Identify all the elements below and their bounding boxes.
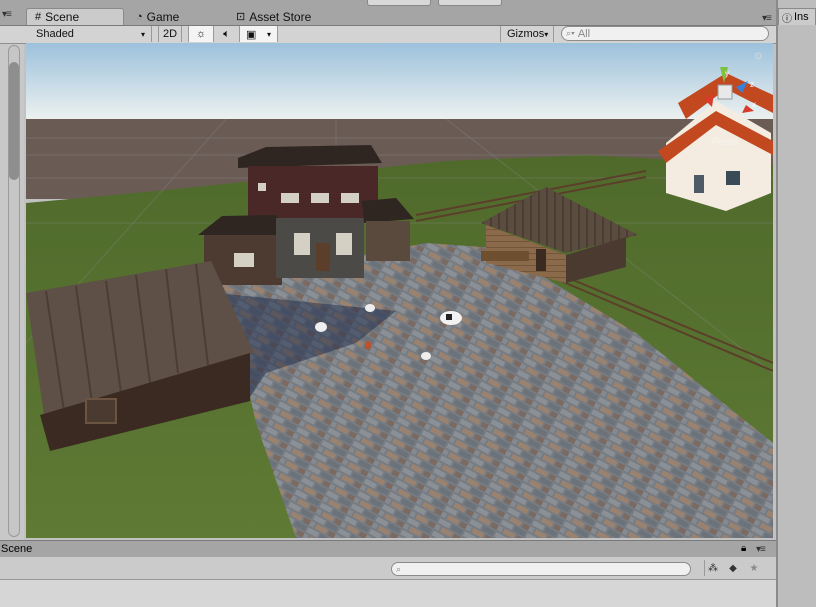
bottom-panel-menu-icon[interactable]: ▾≡ [756,543,766,555]
axis-z-label: z [750,80,754,89]
tab-strip: ▾≡ # Scene ◔ Game ⊡ Asset Store ▾≡ [0,0,776,26]
gizmo-lock-icon[interactable]: ⊙ [754,51,762,62]
scene-search-input[interactable]: ⌕▾ All [561,26,769,41]
bottom-panel-header: Scene 🔒︎ ▾≡ [0,540,776,557]
panel-menu-icon[interactable]: ▾≡ [2,8,12,20]
image-icon: ▣ [246,28,257,41]
axis-x-label: x [752,100,756,109]
pacman-icon: ◔ [136,10,143,23]
tab-asset-store-label: Asset Store [249,9,312,24]
draw-mode-label: Shaded [36,28,74,40]
sky [26,43,773,121]
scene-viewport[interactable]: y x z Persp ⊙ [26,43,773,538]
tab-game[interactable]: ◔ Game [128,8,224,25]
bottom-search-input[interactable]: ⌕ [391,562,691,576]
tab-inspector-label: Ins [794,11,809,23]
lock-icon[interactable]: 🔒︎ [741,543,746,554]
scene-render [26,43,773,538]
axis-x-cone-neg[interactable] [704,93,714,107]
favorite-star-icon[interactable]: ★ [746,560,762,576]
orientation-gizmo[interactable]: y x z Persp [692,63,762,148]
search-icon: ⌕▾ [566,28,575,38]
label-tag-icon[interactable]: ◆ [725,560,741,576]
top-button-1[interactable] [367,0,431,6]
tab-scene-label: Scene [45,10,80,24]
tab-asset-store[interactable]: ⊡ Asset Store [228,8,340,25]
gizmos-dropdown[interactable]: Gizmos ▾ [500,26,554,42]
search-icon: ⌕ [396,563,402,574]
persp-label[interactable]: Persp [712,137,752,148]
search-placeholder: All [577,27,591,40]
filter-type-icon[interactable]: ⁂ [704,560,721,576]
sun-icon: ☼ [195,28,207,40]
lighting-toggle[interactable]: ☼ [188,26,214,42]
tab-game-label: Game [146,9,180,24]
dropdown-arrow-icon: ▾ [266,29,271,39]
gizmos-label: Gizmos [507,28,545,40]
axis-widget: y x z [704,67,756,113]
bottom-panel-title: Scene [1,543,33,555]
axis-center-cube[interactable] [717,84,733,100]
audio-toggle[interactable]: 🔈︎ [214,26,240,42]
axis-y-label: y [725,69,729,78]
tab-scene[interactable]: # Scene [26,8,124,25]
inspector-panel [776,0,816,607]
top-button-2[interactable] [438,0,502,6]
grid-icon: # [35,11,42,23]
effects-dropdown[interactable]: ▣ ▾ [240,26,278,42]
dropdown-arrow-icon: ▾ [544,29,549,39]
axis-z-cone[interactable] [736,81,748,93]
dropdown-arrow-icon: ▾ [140,29,145,39]
speaker-icon: 🔈︎ [223,27,230,40]
scrollbar-thumb[interactable] [9,62,19,180]
info-icon: ⓘ [782,13,792,25]
tab-menu-icon[interactable]: ▾≡ [762,12,772,24]
mode-2d-toggle[interactable]: 2D [158,26,182,42]
draw-mode-dropdown[interactable]: Shaded ▾ [30,26,152,42]
scene-toolbar: Shaded ▾ 2D ☼ 🔈︎ ▣ ▾ Gizmos ▾ ⌕▾ All [0,26,776,44]
mode-2d-label: 2D [162,28,178,40]
bottom-panel-body [0,580,776,607]
shopping-bag-icon: ⊡ [236,11,246,23]
tab-inspector[interactable]: ⓘ Ins [778,8,816,25]
bottom-panel-toolbar: ⌕ ⁂ ◆ ★ [0,557,776,580]
